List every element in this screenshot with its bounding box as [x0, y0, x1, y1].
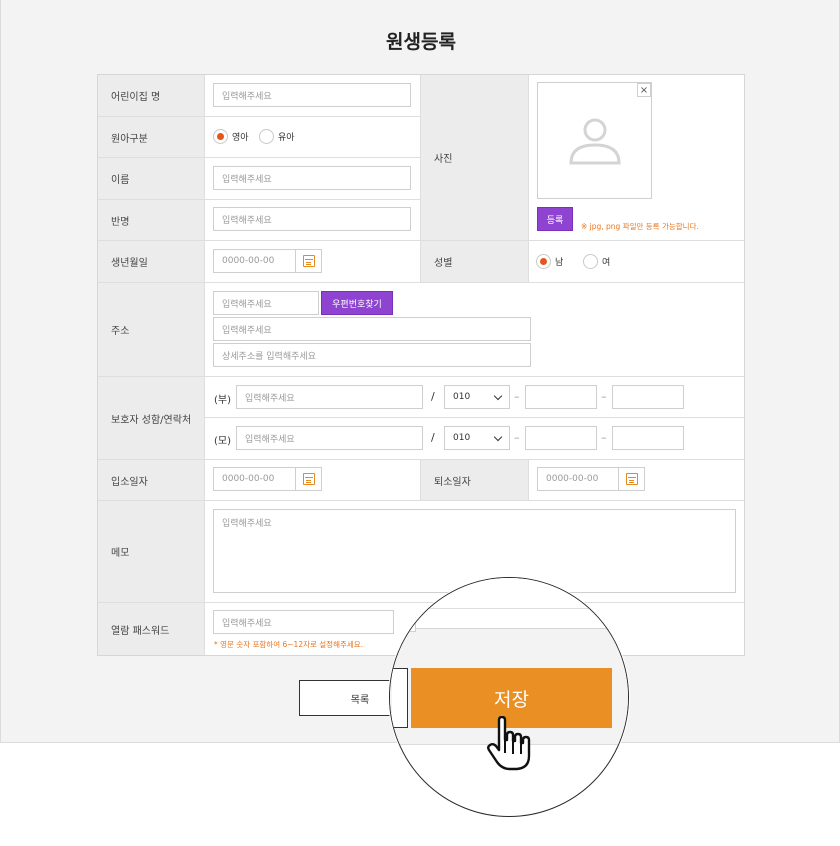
divider	[204, 75, 205, 655]
label-guardian: 보호자 성함/연락처	[98, 377, 204, 459]
name-input[interactable]: 입력해주세요	[213, 166, 411, 190]
separator-dash: –	[514, 390, 520, 403]
label-birthdate: 생년월일	[98, 241, 204, 282]
radio-toddler[interactable]: 유아	[259, 129, 295, 144]
zipcode-input[interactable]: 입력해주세요	[213, 291, 319, 315]
label-name: 이름	[98, 158, 204, 199]
find-zipcode-button[interactable]: 우편번호찾기	[321, 291, 393, 315]
separator-slash: /	[431, 431, 435, 444]
label-memo: 메모	[98, 501, 204, 602]
view-password-input[interactable]: 입력해주세요	[213, 610, 394, 634]
close-icon[interactable]: ×	[637, 83, 651, 97]
divider	[98, 240, 744, 241]
radio-toddler-label: 유아	[278, 133, 295, 143]
divider	[390, 608, 628, 609]
radio-female-label: 여	[602, 258, 611, 268]
address-input[interactable]: 입력해주세요	[213, 317, 531, 341]
leave-date-input[interactable]: 0000-00-00	[537, 467, 619, 491]
magnifier-content: 저장	[390, 578, 628, 816]
chevron-down-icon	[493, 391, 503, 401]
divider	[204, 417, 744, 418]
label-class-name: 반명	[98, 200, 204, 240]
radio-circle[interactable]	[583, 254, 598, 269]
radio-circle[interactable]	[259, 129, 274, 144]
father-name-input[interactable]: 입력해주세요	[236, 385, 423, 409]
divider	[98, 199, 421, 200]
radio-infant[interactable]: 영아	[213, 129, 249, 144]
admission-date-input[interactable]: 0000-00-00	[213, 467, 296, 491]
radio-infant-label: 영아	[232, 133, 249, 143]
label-child-type: 원아구분	[98, 117, 204, 157]
admission-calendar-button[interactable]	[296, 467, 322, 491]
label-daycare-name: 어린이집 명	[98, 75, 204, 116]
calendar-icon	[625, 473, 638, 485]
divider	[98, 376, 744, 377]
list-button-edge[interactable]	[392, 668, 408, 728]
birthdate-input[interactable]: 0000-00-00	[213, 249, 296, 273]
separator-dash: –	[514, 431, 520, 444]
mother-name-input[interactable]: 입력해주세요	[236, 426, 423, 450]
page-title: 원생등록	[386, 31, 456, 53]
label-view-password: 열람 패스워드	[98, 603, 204, 655]
password-toggle-checkbox[interactable]	[400, 616, 416, 632]
separator-dash: –	[601, 390, 607, 403]
magnifier-form-area	[390, 578, 628, 629]
divider	[98, 459, 744, 460]
divider	[98, 157, 421, 158]
daycare-name-input[interactable]: 입력해주세요	[213, 83, 411, 107]
divider	[98, 282, 744, 283]
separator-dash: –	[601, 431, 607, 444]
mother-prefix: (모)	[214, 436, 232, 447]
photo-register-button[interactable]: 등록	[537, 207, 573, 231]
radio-circle-checked[interactable]	[213, 129, 228, 144]
mother-phone-prefix-select[interactable]: 010	[444, 426, 510, 450]
divider	[98, 500, 744, 501]
address-detail-input[interactable]: 상세주소를 입력해주세요	[213, 343, 531, 367]
label-admission-date: 입소일자	[98, 460, 204, 500]
calendar-icon	[302, 255, 315, 267]
person-placeholder-icon	[569, 118, 621, 165]
birthdate-calendar-button[interactable]	[296, 249, 322, 273]
calendar-icon	[302, 473, 315, 485]
label-photo: 사진	[421, 75, 528, 240]
radio-circle-checked[interactable]	[536, 254, 551, 269]
password-rule-note: * 영문 숫자 포함하여 6~12자로 설정해주세요.	[214, 640, 364, 649]
divider	[528, 75, 529, 282]
divider	[420, 75, 421, 282]
father-prefix: (부)	[214, 395, 232, 406]
mother-phone-middle-input[interactable]	[525, 426, 597, 450]
mother-phone-last-input[interactable]	[612, 426, 684, 450]
radio-male[interactable]: 남	[536, 254, 563, 269]
divider	[528, 460, 529, 500]
leave-calendar-button[interactable]	[619, 467, 645, 491]
label-leave-date: 퇴소일자	[421, 460, 528, 500]
chevron-down-icon	[493, 432, 503, 442]
father-phone-middle-input[interactable]	[525, 385, 597, 409]
divider	[98, 116, 421, 117]
hand-pointer-icon	[487, 716, 531, 771]
radio-female[interactable]: 여	[583, 254, 610, 269]
label-address: 주소	[98, 283, 204, 376]
father-phone-last-input[interactable]	[612, 385, 684, 409]
radio-male-label: 남	[555, 258, 564, 268]
class-name-input[interactable]: 입력해주세요	[213, 207, 411, 231]
photo-file-note: ※ jpg, png 파일만 등록 가능합니다.	[581, 222, 699, 231]
magnifier-callout: 저장	[389, 577, 629, 817]
father-phone-prefix-select[interactable]: 010	[444, 385, 510, 409]
father-phone-prefix-value: 010	[453, 392, 471, 402]
separator-slash: /	[431, 390, 435, 403]
divider	[420, 460, 421, 500]
label-gender: 성별	[421, 241, 528, 282]
mother-phone-prefix-value: 010	[453, 433, 471, 443]
